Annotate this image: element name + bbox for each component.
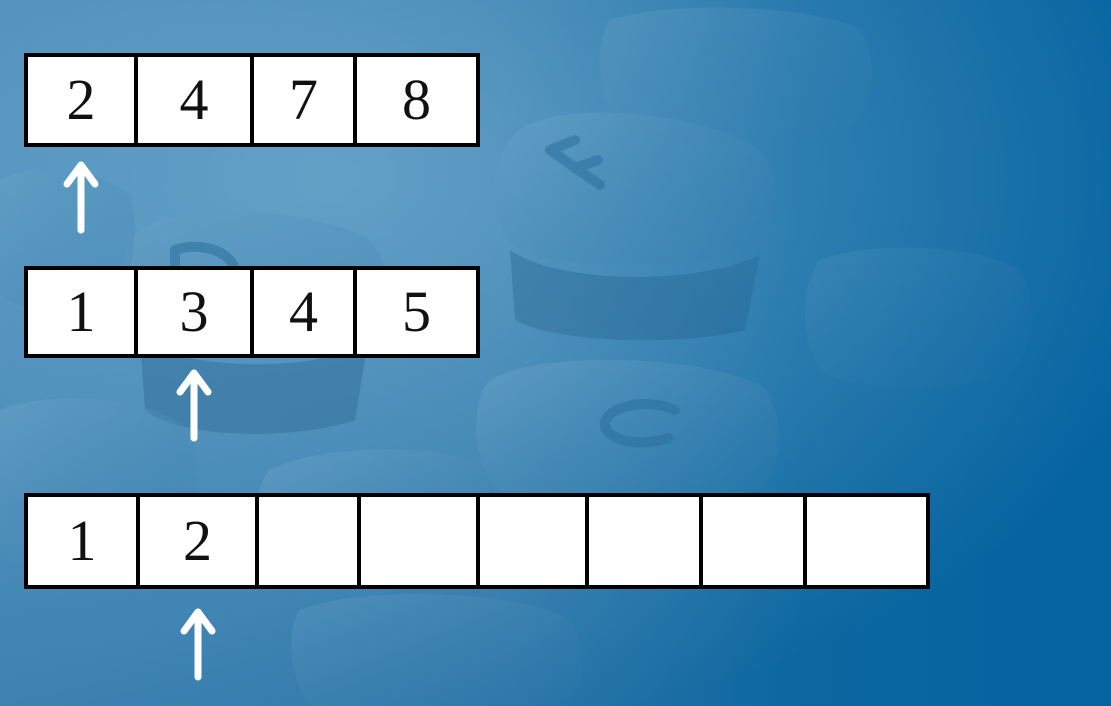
merged-array-cell-1: 2: [136, 493, 259, 589]
array-a-cell-3: 8: [353, 53, 480, 147]
merged-array-cell-3: [357, 493, 480, 589]
pointer-arrow-path-0: [63, 161, 99, 234]
merged-array-cell-0: 1: [24, 493, 140, 589]
array-b-cell-3: 5: [353, 266, 480, 358]
up-arrow-icon: [63, 161, 99, 234]
merged-array-cell-6: [699, 493, 807, 589]
array-a-cell-0: 2: [24, 53, 138, 147]
merged-array-cell-2: [255, 493, 361, 589]
array-b-cell-0: 1: [24, 266, 138, 358]
merged-array-cell-7: [803, 493, 930, 589]
merged-array-cell-4: [476, 493, 589, 589]
merged-array-cell-5: [585, 493, 703, 589]
up-arrow-icon: [180, 608, 215, 681]
array-b-cell-1: 3: [134, 266, 254, 358]
array-a-cell-1: 4: [134, 53, 254, 147]
array-a-cell-2: 7: [250, 53, 357, 147]
array-b-cell-2: 4: [250, 266, 357, 358]
pointer-arrow-path-1: [176, 369, 212, 442]
slide: 2478134512: [0, 0, 1111, 706]
pointer-arrow-path-2: [180, 608, 215, 681]
up-arrow-icon: [176, 369, 212, 442]
